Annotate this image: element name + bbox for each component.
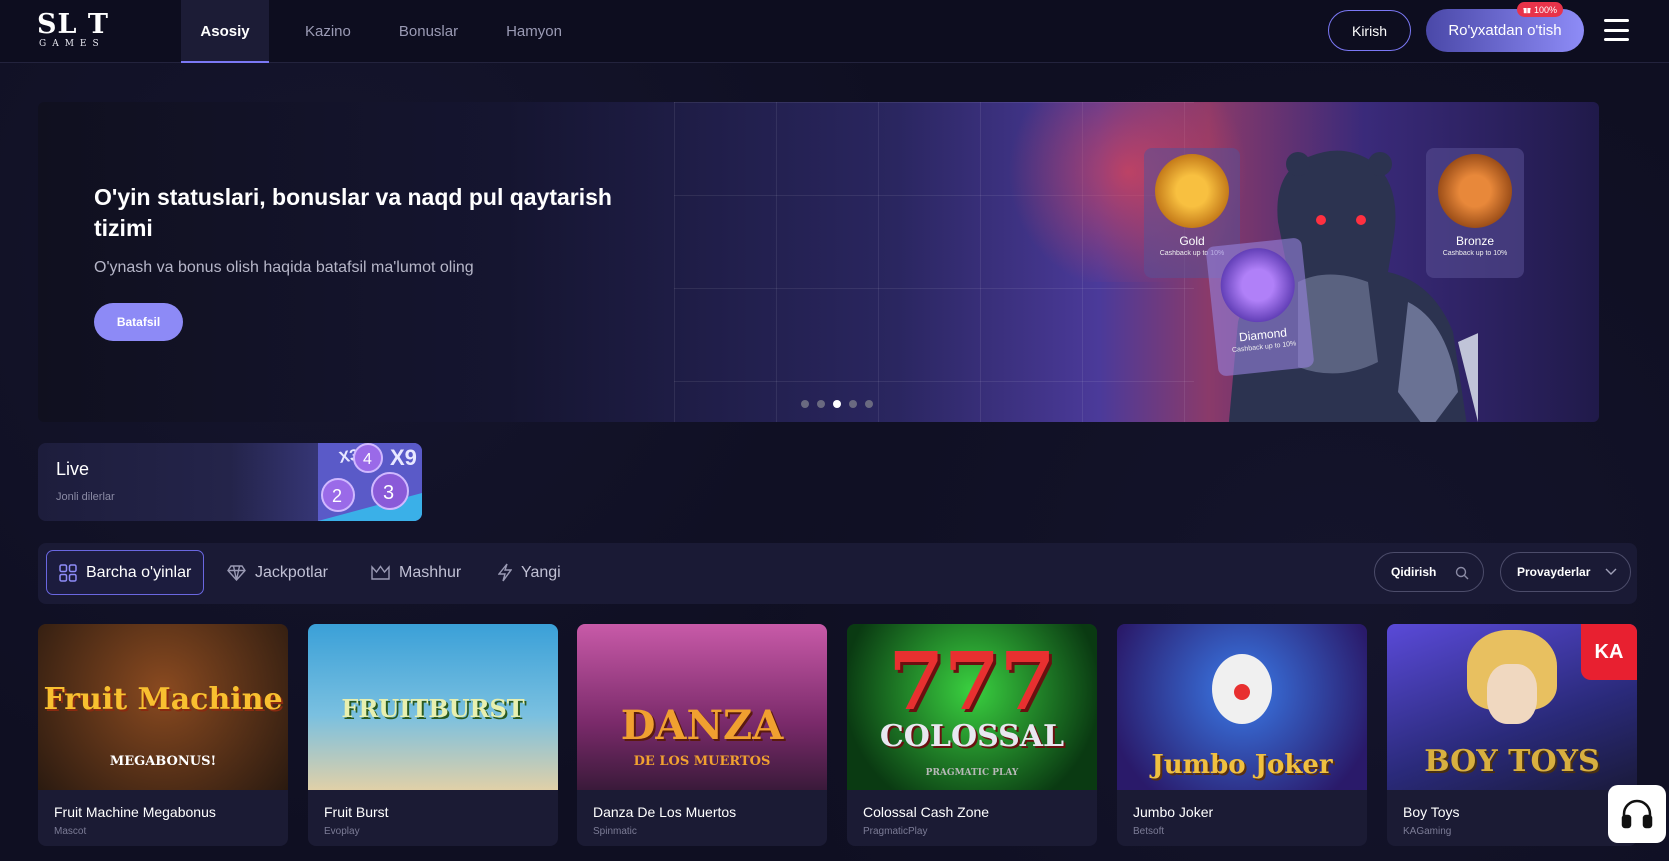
game-art-title: Fruit Machine [43,682,283,717]
chevron-down-icon [1605,568,1617,575]
live-ball-3-text: 3 [383,482,394,504]
game-thumbnail: DANZA DE LOS MUERTOS [577,624,827,790]
main-nav: Asosiy Kazino Bonuslar Hamyon [181,0,586,63]
search-icon [1455,566,1469,580]
filter-jackpots[interactable]: Jackpotlar [215,550,340,595]
register-button[interactable]: Ro'yxatdan o'tish [1426,9,1584,52]
live-subtitle: Jonli dilerlar [56,491,115,503]
support-chat-button[interactable] [1608,785,1666,843]
provider-ka-text: KA [1594,640,1624,663]
providers-label: Provayderlar [1517,565,1591,579]
game-thumbnail: FRUITBURST [308,624,558,790]
banner-pagination [801,400,873,408]
banner-dot-3[interactable] [833,400,841,408]
live-x9-text: X9 [390,445,417,470]
live-dealers-card[interactable]: Live Jonli dilerlar X3 X9 4 2 3 [38,443,422,521]
nav-item-hamyon[interactable]: Hamyon [482,0,586,63]
diamond-medal-icon [1217,244,1299,326]
provider-ka-logo: KA [1581,624,1637,680]
filter-jackpots-label: Jackpotlar [255,563,328,581]
crown-icon [371,565,390,580]
game-thumbnail: Fruit Machine MEGABONUS! [38,624,288,790]
banner-dot-1[interactable] [801,400,809,408]
game-thumbnail: BOY TOYS KA [1387,624,1637,790]
game-provider: Mascot [54,826,87,837]
filter-new[interactable]: Yangi [486,550,573,595]
live-ball-4-text: 4 [363,451,372,468]
status-card-bronze: Bronze Cashback up to 10% [1426,148,1524,278]
gift-icon [1523,7,1531,13]
game-thumbnail: 777 COLOSSAL PRAGMATIC PLAY [847,624,1097,790]
bronze-medal-icon [1438,154,1512,228]
banner-dot-5[interactable] [865,400,873,408]
game-art-title: COLOSSAL [879,719,1065,754]
game-provider: PragmaticPlay [863,826,928,837]
game-card-colossal-cash-zone[interactable]: 777 COLOSSAL PRAGMATIC PLAY Colossal Cas… [847,624,1097,846]
joker-nose-icon [1234,684,1250,700]
game-art-subtitle: MEGABONUS! [109,754,217,769]
bronze-card-label: Bronze [1455,234,1495,248]
filter-new-label: Yangi [521,563,561,581]
game-card-jumbo-joker[interactable]: Jumbo Joker Jumbo Joker Betsoft [1117,624,1367,846]
register-badge-text: 100% [1534,4,1558,15]
game-name: Fruit Machine Megabonus [54,804,216,820]
login-button[interactable]: Kirish [1328,10,1411,51]
lightning-icon [498,563,512,582]
filter-popular[interactable]: Mashhur [359,550,473,595]
game-card-danza[interactable]: DANZA DE LOS MUERTOS Danza De Los Muerto… [577,624,827,846]
nav-item-kazino[interactable]: Kazino [281,0,375,63]
filter-all-games[interactable]: Barcha o'yinlar [46,550,205,595]
game-name: Jumbo Joker [1133,804,1214,820]
game-filter-bar: Barcha o'yinlar Jackpotlar Mashhur Yangi… [38,543,1637,604]
game-name: Boy Toys [1403,804,1460,820]
game-card-boy-toys[interactable]: BOY TOYS KA Boy Toys KAGaming [1387,624,1637,846]
nav-item-asosiy[interactable]: Asosiy [181,0,269,63]
game-provider: KAGaming [1403,826,1452,837]
site-logo[interactable]: SL T GAMES [37,11,122,51]
filter-popular-label: Mashhur [399,563,462,581]
game-name: Fruit Burst [324,804,389,820]
game-art-title: BOY TOYS [1424,744,1600,779]
game-art-subtitle: DE LOS MUERTOS [633,754,771,769]
status-card-diamond: Diamond Cashback up to 10% [1205,237,1315,377]
live-balls-illustration: X3 X9 4 2 3 [318,443,422,521]
gold-medal-icon [1155,154,1229,228]
game-art-title: Jumbo Joker [1151,750,1333,780]
game-provider: Evoplay [324,826,360,837]
game-art-subtitle: PRAGMATIC PLAY [925,768,1019,778]
search-placeholder: Qidirish [1391,565,1437,579]
providers-dropdown[interactable]: Provayderlar [1500,552,1631,592]
game-card-fruit-machine[interactable]: Fruit Machine MEGABONUS! Fruit Machine M… [38,624,288,846]
game-thumbnail: Jumbo Joker [1117,624,1367,790]
banner-dot-4[interactable] [849,400,857,408]
grid-icon [59,563,77,582]
diamond-icon [227,564,246,581]
top-header: SL T GAMES Asosiy Kazino Bonuslar Hamyon… [0,0,1669,63]
hamburger-menu-icon[interactable] [1604,19,1629,41]
bronze-card-cashback: Cashback up to 10% [1442,250,1508,257]
banner-subtitle: O'ynash va bonus olish haqida batafsil m… [94,259,474,276]
promo-banner[interactable]: O'yin statuslari, bonuslar va naqd pul q… [38,102,1599,422]
character-face-icon [1487,664,1537,724]
game-art-seven: 777 [888,634,1056,728]
game-card-fruit-burst[interactable]: FRUITBURST Fruit Burst Evoplay [308,624,558,846]
logo-top-text: SL T [37,9,109,40]
banner-details-button[interactable]: Batafsil [94,303,183,341]
game-art-title: FRUITBURST [341,694,525,723]
game-name: Danza De Los Muertos [593,804,737,820]
game-provider: Spinmatic [593,826,637,837]
banner-dot-2[interactable] [817,400,825,408]
game-name: Colossal Cash Zone [863,804,990,820]
headset-icon [1621,799,1653,829]
live-ball-2-text: 2 [332,486,342,506]
live-title: Live [56,459,90,479]
game-art-title: DANZA [620,702,784,749]
register-bonus-badge: 100% [1517,2,1564,17]
banner-title: O'yin statuslari, bonuslar va naqd pul q… [94,184,612,241]
search-input[interactable]: Qidirish [1374,552,1484,592]
game-provider: Betsoft [1133,826,1165,837]
filter-all-games-label: Barcha o'yinlar [86,563,192,581]
logo-bottom-text: GAMES [39,39,105,49]
nav-item-bonuslar[interactable]: Bonuslar [375,0,482,63]
